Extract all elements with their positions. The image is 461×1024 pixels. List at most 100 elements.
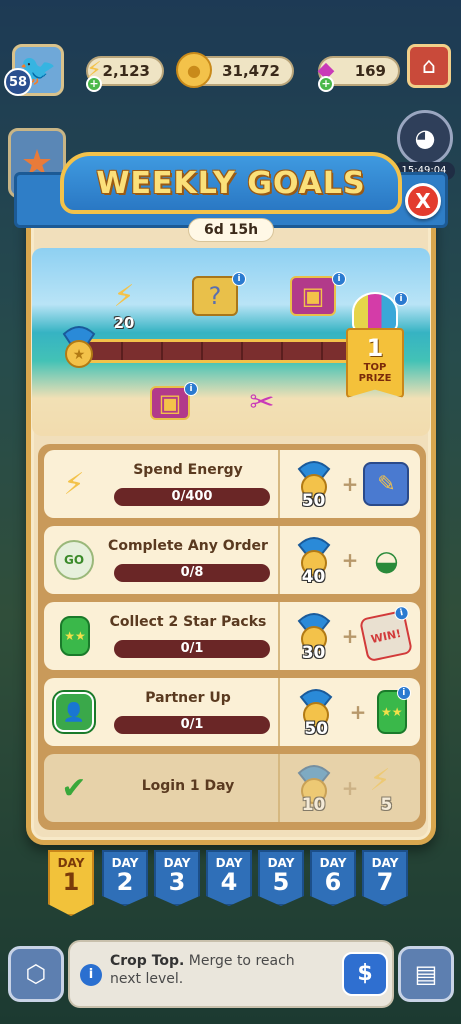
bottom-bar: ⬡ i Crop Top. Merge to reach next level.… bbox=[0, 940, 461, 1010]
jester-hat-icon bbox=[352, 292, 398, 332]
goal-title: Spend Energy bbox=[133, 462, 243, 478]
track-divider bbox=[201, 342, 203, 360]
energy-counter[interactable]: ⚡ + 2,123 bbox=[86, 56, 164, 92]
goal-rewards: 30 + WIN! i bbox=[280, 602, 420, 670]
map-icon: ▤ bbox=[414, 960, 438, 988]
goal-info: ✔ Login 1 Day bbox=[44, 754, 280, 822]
go-order-icon: GO bbox=[54, 540, 94, 580]
star-pack-icon[interactable]: ★★ i bbox=[376, 686, 411, 734]
milestone-mystery-box[interactable]: ? i bbox=[192, 272, 246, 316]
day-number: 1 bbox=[62, 868, 80, 896]
milestone-energy[interactable]: ⚡ 20 bbox=[104, 278, 144, 333]
medal-reward: 50 bbox=[291, 459, 337, 511]
goal-info: ⚡ Spend Energy 0/400 bbox=[44, 450, 280, 518]
day-tab-7[interactable]: DAY 7 bbox=[362, 850, 408, 906]
day-tab-2[interactable]: DAY 2 bbox=[102, 850, 148, 906]
track-divider bbox=[281, 342, 283, 360]
star-pack-icon: ★★ bbox=[60, 616, 90, 656]
progress-medal-icon: ★ bbox=[56, 324, 102, 370]
item-hint-panel: i Crop Top. Merge to reach next level. $ bbox=[68, 940, 394, 1008]
energy-reward: ⚡ 5 bbox=[363, 763, 409, 815]
info-icon[interactable]: i bbox=[393, 604, 411, 622]
info-icon[interactable]: i bbox=[396, 686, 411, 700]
milestone-treasure-chest[interactable]: ▣ i bbox=[290, 272, 346, 316]
energy-reward-count: 5 bbox=[380, 795, 393, 815]
medal-count: 50 bbox=[301, 491, 326, 511]
gem-counter[interactable]: ◆ + 169 bbox=[318, 56, 400, 92]
shop-button[interactable]: ⌂ bbox=[407, 44, 451, 88]
medal-reward: 30 bbox=[291, 611, 337, 663]
top-prize[interactable]: i 1 TOP PRIZE bbox=[346, 292, 408, 400]
mystery-box-icon: ? bbox=[192, 276, 238, 316]
goal-title: Collect 2 Star Packs bbox=[109, 614, 267, 630]
goal-row[interactable]: GO Complete Any Order 0/8 40 + ◒ bbox=[44, 526, 420, 594]
day-number: 3 bbox=[168, 868, 186, 896]
goal-info: ★★ Collect 2 Star Packs 0/1 bbox=[44, 602, 280, 670]
day-tab-3[interactable]: DAY 3 bbox=[154, 850, 200, 906]
milestone-small-chest[interactable]: ▣ i bbox=[150, 382, 198, 420]
track-divider bbox=[121, 342, 123, 360]
goal-progress-bar: 0/1 bbox=[114, 716, 270, 734]
map-button[interactable]: ▤ bbox=[398, 946, 454, 1002]
medal-count: 50 bbox=[304, 719, 329, 739]
info-icon[interactable]: i bbox=[184, 382, 198, 396]
track-divider bbox=[241, 342, 243, 360]
sell-button[interactable]: $ bbox=[342, 952, 388, 996]
goal-title: Login 1 Day bbox=[141, 778, 235, 794]
day-tab-5[interactable]: DAY 5 bbox=[258, 850, 304, 906]
info-icon[interactable]: i bbox=[232, 272, 246, 286]
coin-counter[interactable]: ● 31,472 bbox=[176, 52, 294, 88]
milestone-scissors[interactable]: ✂ bbox=[242, 384, 282, 420]
plus-icon: + bbox=[341, 472, 359, 496]
day-tab-4[interactable]: DAY 4 bbox=[206, 850, 252, 906]
goal-title: Complete Any Order bbox=[108, 538, 268, 554]
storage-button[interactable]: ⬡ bbox=[8, 946, 64, 1002]
day-tab-1[interactable]: DAY 1 bbox=[48, 850, 94, 916]
info-icon[interactable]: i bbox=[394, 292, 408, 306]
goal-row-completed[interactable]: ✔ Login 1 Day 10 + ⚡ 5 bbox=[44, 754, 420, 822]
coin-value: 31,472 bbox=[222, 62, 280, 80]
gem-value: 169 bbox=[354, 62, 386, 80]
add-partner-icon: 👤 bbox=[54, 692, 94, 732]
goal-row[interactable]: 👤 Partner Up 0/1 50 + ★★ i bbox=[44, 678, 420, 746]
goal-info: GO Complete Any Order 0/8 bbox=[44, 526, 280, 594]
goal-progress-bar: 0/8 bbox=[114, 564, 270, 582]
goal-row[interactable]: ⚡ Spend Energy 0/400 50 + ✎ bbox=[44, 450, 420, 518]
paint-box-icon[interactable]: ✎ bbox=[363, 462, 410, 506]
add-energy-icon[interactable]: + bbox=[86, 76, 102, 92]
shop-icon: ⌂ bbox=[422, 53, 436, 79]
banner-plate: WEEKLY GOALS bbox=[60, 152, 402, 214]
goal-title: Partner Up bbox=[145, 690, 231, 706]
medal-reward: 10 bbox=[291, 763, 337, 815]
day-tab-6[interactable]: DAY 6 bbox=[310, 850, 356, 906]
svg-text:★: ★ bbox=[73, 347, 86, 363]
info-icon[interactable]: i bbox=[332, 272, 346, 286]
energy-icon: ⚡ bbox=[63, 466, 85, 502]
box-icon: ⬡ bbox=[25, 960, 47, 988]
day-number: 6 bbox=[324, 868, 342, 896]
add-gems-icon[interactable]: + bbox=[318, 76, 334, 92]
goal-progress-track bbox=[78, 339, 360, 363]
time-left-pill: 6d 15h bbox=[188, 218, 274, 242]
hint-item-name: Crop Top. bbox=[110, 953, 185, 969]
top-prize-label: TOP PRIZE bbox=[358, 362, 392, 384]
close-button[interactable]: X bbox=[405, 183, 441, 219]
treasure-chest-icon: ▣ bbox=[290, 276, 336, 316]
flower-pot-icon[interactable]: ◒ bbox=[363, 538, 409, 582]
top-bar: 🐦 58 ⚡ + 2,123 ● 31,472 ◆ + 169 ⌂ bbox=[0, 40, 461, 100]
win-ticket-icon[interactable]: WIN! i bbox=[359, 604, 414, 663]
medal-reward: 50 bbox=[293, 687, 339, 739]
goal-info: 👤 Partner Up 0/1 bbox=[44, 678, 280, 746]
track-divider bbox=[321, 342, 323, 360]
top-prize-count: 1 bbox=[366, 334, 384, 362]
plus-icon: + bbox=[341, 548, 359, 572]
info-icon[interactable]: i bbox=[80, 964, 102, 986]
plus-icon: + bbox=[341, 624, 359, 648]
goal-rewards: 10 + ⚡ 5 bbox=[280, 754, 420, 822]
energy-bolt-icon: ⚡ bbox=[369, 763, 391, 798]
day-number: 7 bbox=[376, 868, 394, 896]
day-number: 2 bbox=[116, 868, 134, 896]
goal-row[interactable]: ★★ Collect 2 Star Packs 0/1 30 + WIN! i bbox=[44, 602, 420, 670]
day-number: 4 bbox=[220, 868, 238, 896]
medal-count: 30 bbox=[301, 643, 326, 663]
